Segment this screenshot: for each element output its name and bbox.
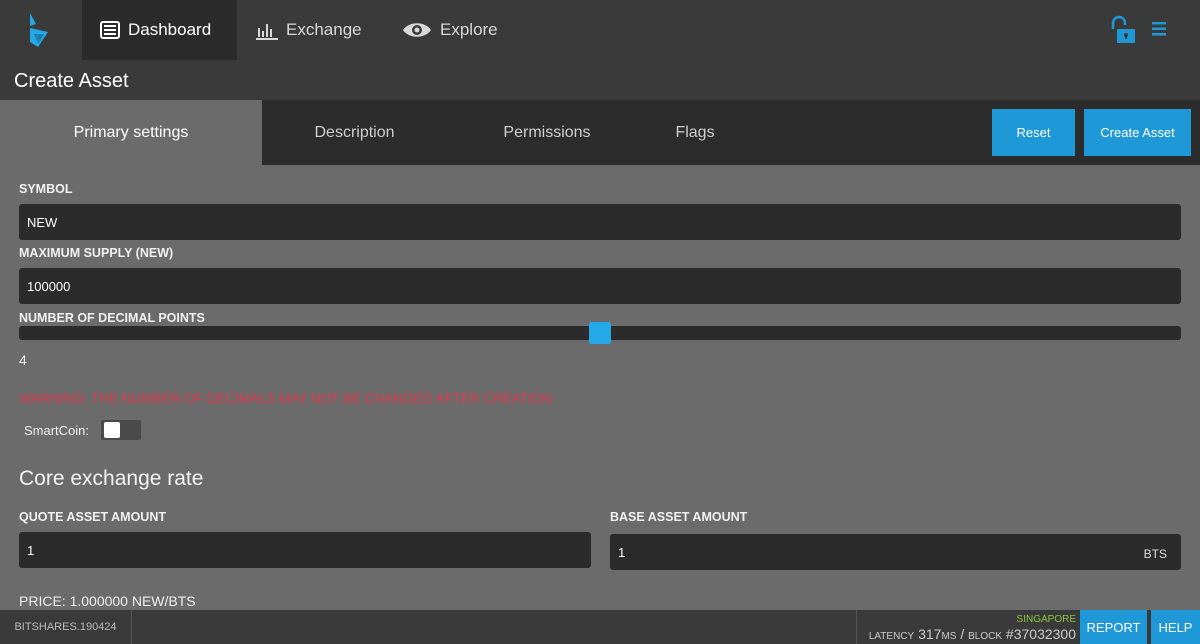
smartcoin-toggle[interactable] [101, 420, 141, 440]
tab-permissions[interactable]: Permissions [447, 100, 647, 165]
max-supply-input[interactable]: 100000 [19, 268, 1181, 304]
nav-exchange[interactable]: Exchange [238, 0, 380, 60]
eye-icon [403, 23, 431, 37]
decimals-warning: WARNING: THE NUMBER OF DECIMALS MAY NOT … [19, 391, 553, 406]
decimal-points-value: 4 [19, 352, 27, 368]
top-navigation: Dashboard Exchange Explore [0, 0, 1200, 60]
nav-dashboard-label: Dashboard [128, 20, 212, 39]
tab-flags[interactable]: Flags [647, 100, 743, 165]
create-asset-button[interactable]: Create Asset [1084, 109, 1191, 156]
latency-unit: MS [941, 631, 957, 642]
hamburger-menu-icon[interactable] [1152, 21, 1166, 37]
version-label[interactable]: BITSHARES.190424 [0, 610, 132, 644]
nav-explore-label: Explore [440, 20, 498, 39]
core-exchange-rate-title: Core exchange rate [19, 467, 204, 490]
block-label: BLOCK [968, 631, 1003, 642]
page-header: Create Asset [0, 60, 1200, 100]
footer: BITSHARES.190424 SINGAPORE LATENCY 317MS… [0, 610, 1200, 644]
base-asset-amount-input[interactable]: 1 BTS [610, 534, 1181, 570]
base-asset-unit: BTS [1143, 547, 1167, 561]
base-asset-amount-value: 1 [618, 544, 626, 560]
smartcoin-label: SmartCoin: [24, 423, 90, 438]
exchange-chart-icon [256, 24, 278, 40]
nav-explore[interactable]: Explore [384, 0, 516, 60]
symbol-label: SYMBOL [19, 182, 73, 196]
max-supply-value: 100000 [27, 278, 71, 294]
status-separator: / [960, 626, 965, 642]
symbol-input[interactable]: NEW [19, 204, 1181, 240]
decimal-points-label: NUMBER OF DECIMAL POINTS [19, 311, 205, 325]
report-button[interactable]: REPORT [1080, 610, 1147, 644]
nav-dashboard[interactable]: Dashboard [82, 0, 237, 60]
latency-value: 317 [918, 626, 942, 642]
connection-status[interactable]: SINGAPORE LATENCY 317MS / BLOCK #3703230… [856, 610, 1080, 644]
block-number: #37032300 [1005, 626, 1076, 642]
help-button[interactable]: HELP [1151, 610, 1200, 644]
nav-exchange-label: Exchange [286, 20, 362, 39]
page-title: Create Asset [14, 70, 129, 92]
base-asset-amount-label: BASE ASSET AMOUNT [610, 510, 748, 524]
tab-description[interactable]: Description [262, 100, 447, 165]
symbol-value: NEW [27, 214, 58, 230]
bitshares-logo[interactable] [26, 12, 54, 48]
quote-asset-amount-label: QUOTE ASSET AMOUNT [19, 510, 166, 524]
tab-bar: Primary settings Description Permissions… [0, 100, 1200, 165]
max-supply-label: MAXIMUM SUPPLY (NEW) [19, 246, 174, 260]
decimal-points-slider-handle[interactable] [589, 322, 611, 344]
node-name: SINGAPORE [1016, 614, 1076, 625]
latency-label: LATENCY [868, 631, 915, 642]
price-readout: PRICE: 1.000000 NEW/BTS [19, 593, 196, 609]
reset-button[interactable]: Reset [992, 109, 1075, 156]
latency-block-line: LATENCY 317MS / BLOCK #37032300 [869, 626, 1076, 642]
quote-asset-amount-input[interactable]: 1 [19, 532, 591, 568]
quote-asset-amount-value: 1 [27, 542, 35, 558]
smartcoin-toggle-knob [104, 422, 120, 438]
dashboard-icon [100, 21, 120, 39]
unlocked-padlock-icon[interactable] [1109, 15, 1139, 45]
tab-primary-settings[interactable]: Primary settings [0, 100, 262, 165]
